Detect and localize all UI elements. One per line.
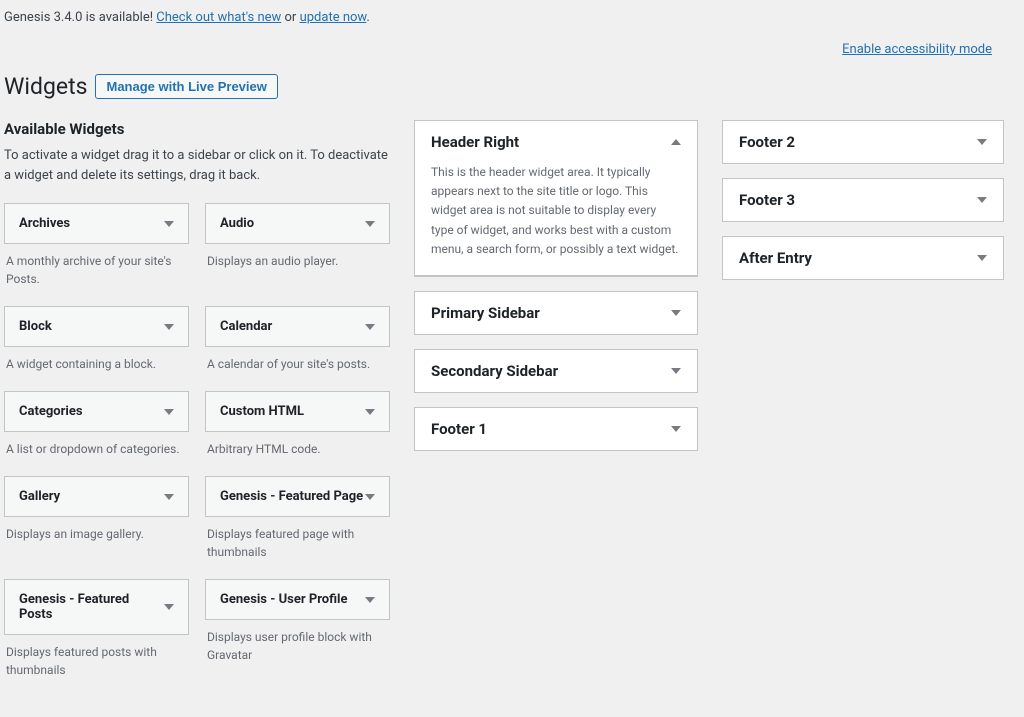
chevron-down-icon — [671, 368, 681, 374]
accessibility-mode-link[interactable]: Enable accessibility mode — [842, 10, 1004, 57]
widget-audio[interactable]: Audio — [205, 203, 390, 244]
widget-description: Displays user profile block with Gravata… — [205, 620, 390, 664]
update-notice: Genesis 3.4.0 is available! Check out wh… — [4, 10, 370, 25]
chevron-down-icon — [365, 597, 375, 603]
whats-new-link[interactable]: Check out what's new — [156, 10, 281, 25]
area-description: This is the header widget area. It typic… — [415, 163, 697, 276]
widget-description: A widget containing a block. — [4, 347, 189, 373]
chevron-down-icon — [977, 255, 987, 261]
chevron-down-icon — [164, 324, 174, 330]
widget-genesis-user-profile[interactable]: Genesis - User Profile — [205, 579, 390, 620]
chevron-down-icon — [164, 409, 174, 415]
chevron-down-icon — [365, 409, 375, 415]
chevron-down-icon — [671, 426, 681, 432]
available-widgets-title: Available Widgets — [4, 120, 390, 138]
chevron-down-icon — [365, 221, 375, 227]
widget-description: Displays featured posts with thumbnails — [4, 635, 189, 679]
area-footer-3[interactable]: Footer 3 — [722, 178, 1004, 222]
manage-live-preview-button[interactable]: Manage with Live Preview — [95, 74, 277, 99]
widget-description: Displays featured page with thumbnails — [205, 517, 390, 561]
widget-description: Displays an audio player. — [205, 244, 390, 270]
widget-genesis-featured-page[interactable]: Genesis - Featured Page — [205, 476, 390, 517]
widget-custom-html[interactable]: Custom HTML — [205, 391, 390, 432]
chevron-down-icon — [365, 324, 375, 330]
chevron-down-icon — [977, 139, 987, 145]
widget-gallery[interactable]: Gallery — [4, 476, 189, 517]
widget-genesis-featured-posts[interactable]: Genesis - Featured Posts — [4, 579, 189, 635]
widget-categories[interactable]: Categories — [4, 391, 189, 432]
widget-description: A calendar of your site's posts. — [205, 347, 390, 373]
chevron-down-icon — [164, 221, 174, 227]
widget-block[interactable]: Block — [4, 306, 189, 347]
widget-archives[interactable]: Archives — [4, 203, 189, 244]
chevron-down-icon — [164, 604, 174, 610]
available-widgets-desc: To activate a widget drag it to a sideba… — [4, 146, 390, 185]
area-header-right[interactable]: Header Right This is the header widget a… — [414, 120, 698, 277]
widget-calendar[interactable]: Calendar — [205, 306, 390, 347]
chevron-up-icon — [671, 139, 681, 145]
area-primary-sidebar[interactable]: Primary Sidebar — [414, 291, 698, 335]
chevron-down-icon — [365, 494, 375, 500]
chevron-down-icon — [164, 494, 174, 500]
chevron-down-icon — [977, 197, 987, 203]
widget-description: A monthly archive of your site's Posts. — [4, 244, 189, 288]
widget-description: A list or dropdown of categories. — [4, 432, 189, 458]
area-footer-2[interactable]: Footer 2 — [722, 120, 1004, 164]
area-secondary-sidebar[interactable]: Secondary Sidebar — [414, 349, 698, 393]
area-footer-1[interactable]: Footer 1 — [414, 407, 698, 451]
area-after-entry[interactable]: After Entry — [722, 236, 1004, 280]
update-now-link[interactable]: update now — [300, 10, 367, 25]
widget-description: Displays an image gallery. — [4, 517, 189, 543]
page-title: Widgets — [4, 73, 87, 100]
chevron-down-icon — [671, 310, 681, 316]
widget-description: Arbitrary HTML code. — [205, 432, 390, 458]
